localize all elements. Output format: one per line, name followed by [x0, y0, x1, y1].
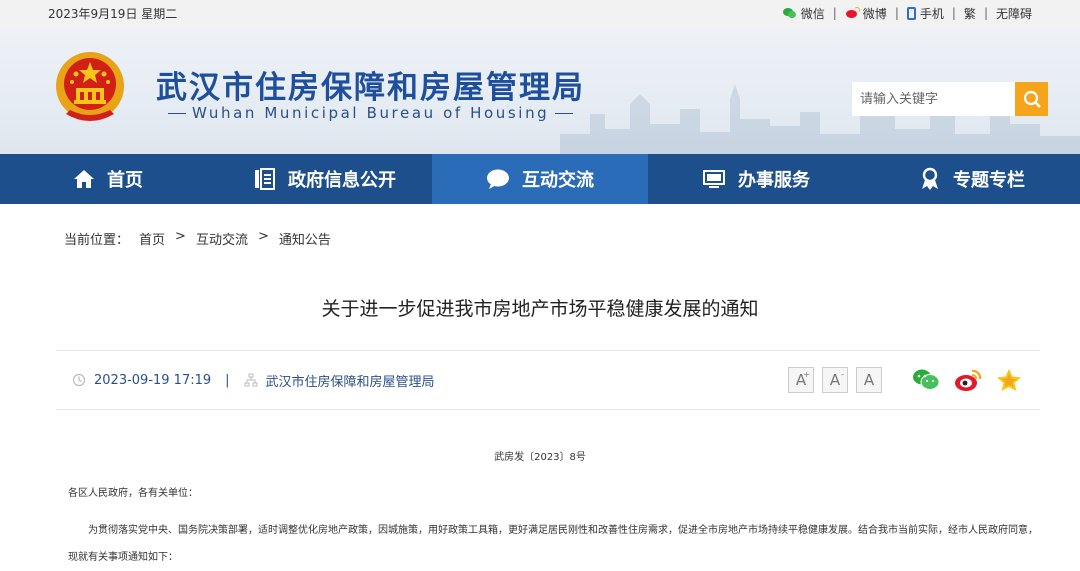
mobile-link[interactable]: 手机	[899, 5, 952, 22]
breadcrumb-arrow: >	[257, 229, 269, 244]
traditional-chinese-link[interactable]: 繁	[956, 5, 984, 22]
favorite-star-icon[interactable]	[996, 368, 1022, 392]
publish-source: 武汉市住房保障和房屋管理局	[265, 374, 435, 390]
nav-item-services[interactable]: 办事服务	[648, 154, 864, 204]
font-increase-button[interactable]: A +	[788, 367, 814, 393]
article-meta: 2023-09-19 17:19 | 武汉市住房保障和房屋管理局 A + A- A	[56, 350, 1040, 410]
weibo-link[interactable]: 微博	[837, 5, 895, 22]
search-box	[852, 82, 1048, 116]
article-title: 关于进一步促进我市房地产市场平稳健康发展的通知	[321, 298, 759, 320]
weibo-share-icon[interactable]	[954, 368, 982, 392]
nav-item-interaction[interactable]: 互动交流	[432, 154, 648, 204]
monitor-icon	[703, 170, 725, 188]
nav-item-home[interactable]: 首页	[0, 154, 216, 204]
article-tools: A + A- A	[788, 367, 1022, 393]
wechat-icon	[782, 7, 797, 19]
breadcrumb-home[interactable]: 首页	[139, 229, 165, 248]
breadcrumb-notices[interactable]: 通知公告	[279, 229, 331, 248]
site-title-en: Wuhan Municipal Bureau of Housing	[162, 104, 579, 122]
breadcrumb-prefix: 当前位置：	[64, 233, 130, 248]
search-button[interactable]	[1015, 82, 1048, 116]
font-decrease-button[interactable]: A-	[822, 367, 848, 393]
title-dash-left	[168, 113, 186, 114]
breadcrumb-arrow: >	[175, 229, 186, 244]
breadcrumb-interaction[interactable]: 互动交流	[196, 229, 248, 248]
salutation: 各区人民政府，各有关单位：	[68, 488, 198, 499]
top-utility-bar: 2023年9月19日 星期二 微信 | 微博 | 手机 | 繁 | 无障碍	[0, 0, 1080, 26]
org-icon	[244, 373, 258, 387]
ribbon-icon	[922, 167, 938, 190]
meta-divider: |	[225, 372, 230, 388]
national-emblem-logo	[56, 52, 124, 121]
site-title-cn[interactable]: 武汉市住房保障和房屋管理局	[156, 62, 585, 107]
current-date: 2023年9月19日 星期二	[48, 6, 178, 21]
search-icon	[1023, 90, 1041, 108]
nav-item-topics[interactable]: 专题专栏	[864, 154, 1080, 204]
main-nav: 首页 政府信息公开 互动交流 办事服务 专题专栏	[0, 154, 1080, 204]
home-icon	[74, 170, 94, 188]
breadcrumb: 当前位置： 首页 > 互动交流 > 通知公告	[64, 229, 331, 248]
utility-links: 微信 | 微博 | 手机 | 繁 | 无障碍	[775, 5, 1040, 22]
weibo-icon	[845, 7, 860, 19]
font-reset-button[interactable]: A	[856, 367, 882, 393]
clock-icon	[72, 373, 86, 387]
wechat-share-icon[interactable]	[912, 368, 940, 392]
document-list-icon	[255, 168, 275, 190]
wechat-link[interactable]: 微信	[775, 5, 833, 22]
accessibility-link[interactable]: 无障碍	[988, 5, 1040, 22]
phone-icon	[906, 6, 916, 20]
search-input[interactable]	[852, 82, 1015, 116]
site-header: 武汉市住房保障和房屋管理局 Wuhan Municipal Bureau of …	[0, 26, 1080, 154]
share-buttons	[912, 368, 1022, 392]
document-number: 武房发〔2023〕8号	[494, 452, 586, 463]
nav-item-gov-info[interactable]: 政府信息公开	[216, 154, 432, 204]
publish-date: 2023-09-19 17:19	[94, 372, 212, 388]
chat-bubble-icon	[487, 169, 509, 189]
title-dash-right	[555, 113, 574, 114]
